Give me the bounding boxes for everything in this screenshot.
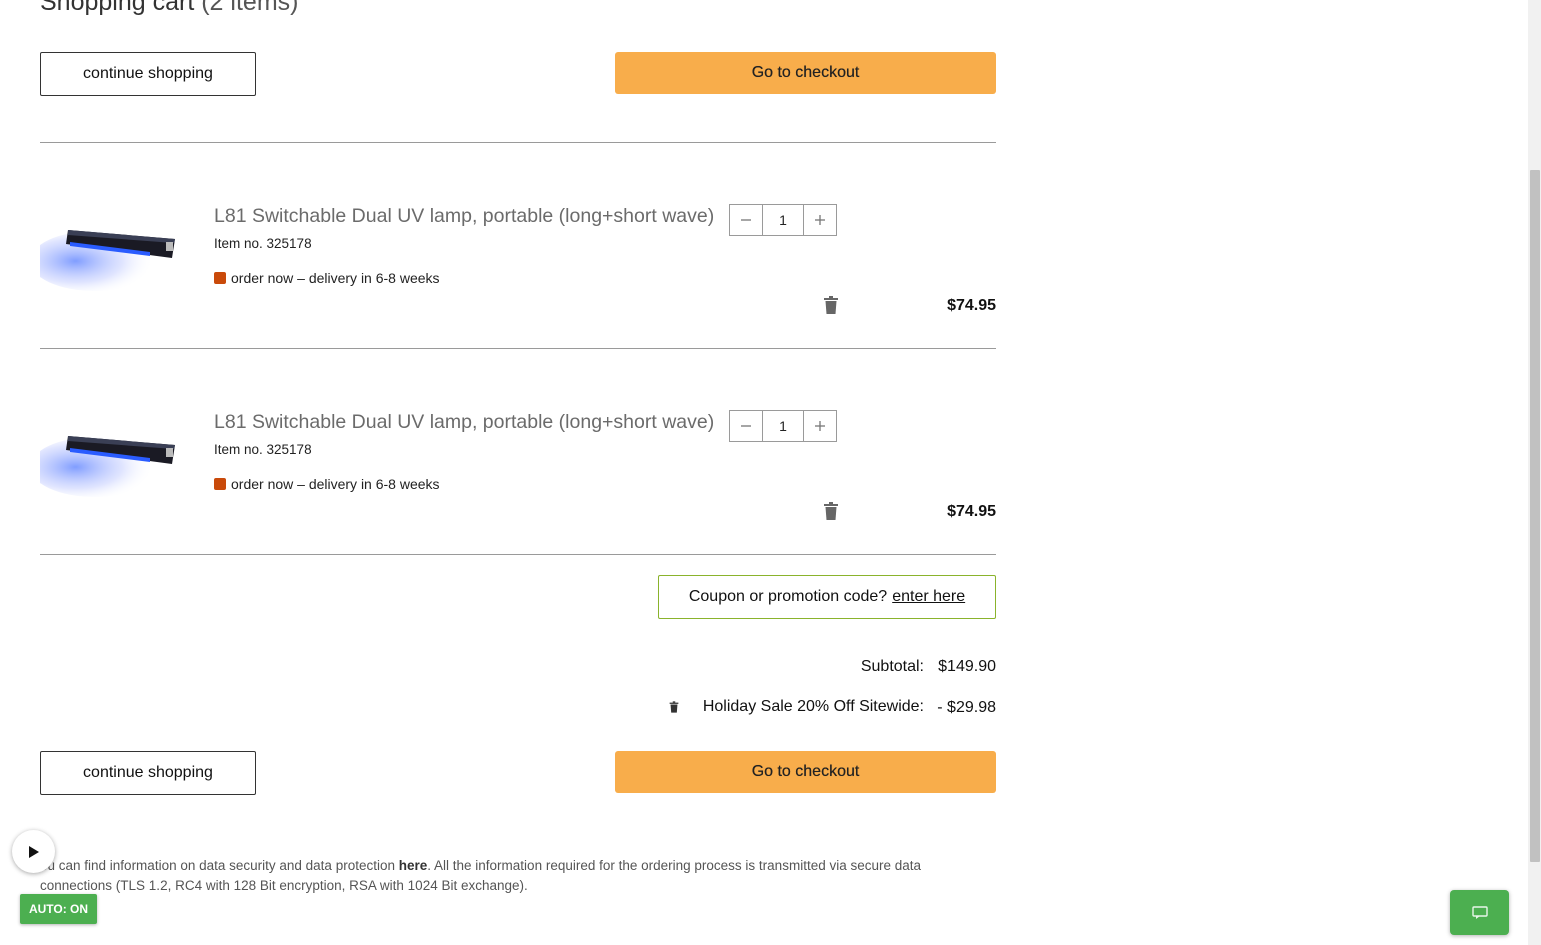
cart-item-1-image[interactable]	[30, 206, 180, 301]
cart-item-2-quantity-stepper: 1	[729, 410, 837, 442]
cart-item-1-name[interactable]: L81 Switchable Dual UV lamp, portable (l…	[214, 205, 714, 228]
cart-item-2-item-no: Item no. 325178	[214, 442, 312, 457]
subtotal-value: $149.90	[938, 658, 996, 675]
checkout-button-bottom[interactable]: Go to checkout	[615, 751, 996, 793]
cart-item-1-price: $74.95	[947, 297, 996, 314]
quantity-increase-button[interactable]	[803, 410, 837, 442]
subtotal-label: Subtotal:	[860, 658, 924, 675]
security-notice: ou can find information on data security…	[40, 856, 960, 896]
plus-icon	[815, 215, 825, 225]
minus-icon	[741, 425, 751, 427]
divider	[40, 348, 996, 349]
minus-icon	[741, 219, 751, 221]
quantity-increase-button[interactable]	[803, 204, 837, 236]
quantity-decrease-button[interactable]	[729, 204, 763, 236]
uv-lamp-image	[30, 436, 175, 497]
play-icon	[28, 845, 39, 858]
scrollbar-thumb[interactable]	[1530, 170, 1540, 862]
trash-icon	[669, 701, 679, 713]
auto-toggle-badge[interactable]: AUTO: ON	[20, 894, 97, 924]
security-notice-link[interactable]: here	[399, 858, 428, 873]
cart-item-1-quantity-stepper: 1	[729, 204, 837, 236]
divider	[40, 142, 996, 143]
continue-shopping-button-bottom[interactable]: continue shopping	[40, 751, 256, 795]
item-count: (2 items)	[201, 0, 299, 16]
availability-dot	[214, 272, 226, 284]
cart-item-2-availability: order now – delivery in 6-8 weeks	[214, 476, 440, 492]
quantity-input[interactable]: 1	[763, 410, 803, 442]
security-notice-pre: ou can find information on data security…	[40, 858, 399, 873]
divider	[40, 554, 996, 555]
cart-item-1-item-no: Item no. 325178	[214, 236, 312, 251]
cart-item-1-availability: order now – delivery in 6-8 weeks	[214, 270, 440, 286]
continue-shopping-button-top[interactable]: continue shopping	[40, 52, 256, 96]
cart-item-2-name[interactable]: L81 Switchable Dual UV lamp, portable (l…	[214, 411, 714, 434]
uv-lamp-image	[30, 230, 175, 291]
cart-item-2-image[interactable]	[30, 412, 180, 507]
quantity-input[interactable]: 1	[763, 204, 803, 236]
quantity-decrease-button[interactable]	[729, 410, 763, 442]
page-title-text: Shopping cart	[40, 0, 195, 16]
chat-button[interactable]	[1450, 890, 1509, 935]
play-button[interactable]	[12, 830, 55, 873]
coupon-enter-link[interactable]: enter here	[892, 588, 965, 606]
plus-icon	[815, 421, 825, 431]
availability-text: order now – delivery in 6-8 weeks	[231, 476, 440, 492]
chat-icon	[1471, 905, 1488, 919]
remove-discount-button[interactable]	[669, 700, 679, 718]
cart-item-2-price: $74.95	[947, 503, 996, 520]
page-title: Shopping cart (2 items)	[40, 0, 298, 17]
coupon-box[interactable]: Coupon or promotion code? enter here	[658, 575, 996, 619]
checkout-button-top[interactable]: Go to checkout	[615, 52, 996, 94]
coupon-text: Coupon or promotion code?	[688, 588, 888, 605]
availability-dot	[214, 478, 226, 490]
discount-label: Holiday Sale 20% Off Sitewide:	[702, 698, 924, 715]
discount-value: - $29.98	[937, 699, 996, 716]
availability-text: order now – delivery in 6-8 weeks	[231, 270, 440, 286]
